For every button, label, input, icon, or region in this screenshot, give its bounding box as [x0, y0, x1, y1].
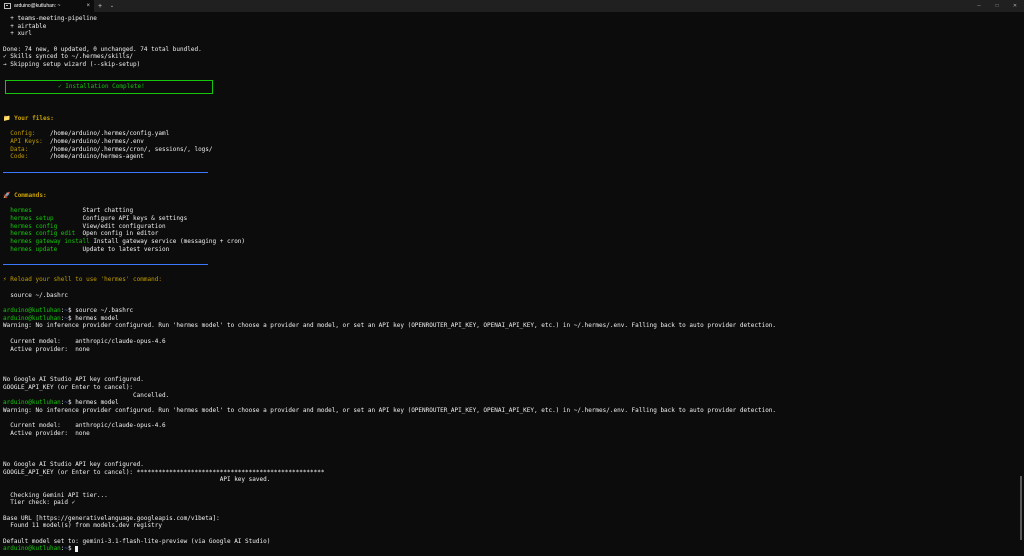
key-saved-line: API key saved.	[3, 476, 271, 484]
active-provider-line: Active provider: none	[3, 345, 90, 353]
tier-check-line: Tier check: paid ✓	[3, 499, 76, 507]
files-heading: 📁 Your files:	[3, 114, 54, 122]
output-line: → Skipping setup wizard (--skip-setup)	[3, 61, 141, 69]
found-models-line: Found 11 model(s) from models.dev regist…	[3, 522, 162, 530]
prompt-line: arduino@kutluhan:~$ hermes model	[3, 314, 119, 322]
file-row: Code: /home/arduino/hermes-agent	[3, 153, 1016, 161]
scrollbar[interactable]	[1020, 476, 1022, 540]
command-name: hermes config edit	[3, 230, 83, 238]
command-text: hermes model	[75, 399, 119, 407]
command-name: hermes	[3, 207, 83, 215]
installation-complete-box: ✓ Installation Complete!	[5, 79, 213, 94]
minimize-icon[interactable]: ─	[970, 0, 988, 12]
output-line: + teams-meeting-pipeline	[3, 15, 97, 22]
key-prompt-line: GOOGLE_API_KEY (or Enter to cancel):	[3, 383, 137, 391]
prompt-line: arduino@kutluhan:~$	[3, 545, 1016, 553]
key-prompt-line: GOOGLE_API_KEY (or Enter to cancel): ***…	[3, 468, 325, 476]
command-row: hermes config edit Open config in editor	[3, 230, 1016, 238]
warning-line: Warning: No inference provider configure…	[3, 322, 777, 330]
command-desc: Update to latest version	[82, 245, 170, 253]
tab-close-icon[interactable]: ×	[86, 3, 90, 9]
terminal-output[interactable]: + teams-meeting-pipeline + airtable + xu…	[3, 15, 1016, 553]
file-row: Config: /home/arduino/.hermes/config.yam…	[3, 130, 1016, 138]
file-label: Code:	[3, 153, 50, 161]
prompt-user: arduino@kutluhan	[3, 399, 61, 407]
command-name: hermes gateway install	[3, 237, 94, 245]
command-row: hermes setup Configure API keys & settin…	[3, 215, 1016, 223]
file-label: Config:	[3, 130, 50, 138]
base-url-line: Base URL [https://generativelanguage.goo…	[3, 514, 220, 522]
tab-dropdown-icon[interactable]: ⌄	[106, 0, 118, 12]
divider	[3, 169, 1016, 177]
divider	[3, 261, 1016, 269]
tab-title: arduino@kutluhan: ~	[14, 3, 61, 9]
output-line: + airtable	[3, 22, 47, 30]
active-provider-line: Active provider: none	[3, 430, 90, 438]
current-model-line: Current model: anthropic/claude-opus-4.6	[3, 422, 166, 430]
terminal-tab[interactable]: arduino@kutluhan: ~ ×	[0, 0, 94, 12]
prompt-user: arduino@kutluhan	[3, 545, 61, 553]
output-line: + xurl	[3, 30, 32, 38]
command-desc: Install gateway service (messaging + cro…	[93, 237, 246, 245]
source-hint: source ~/.bashrc	[3, 291, 69, 299]
file-path: /home/arduino/.hermes/config.yaml	[49, 130, 170, 138]
close-window-icon[interactable]: ✕	[1006, 0, 1024, 12]
checking-tier-line: Checking Gemini API tier...	[3, 491, 108, 499]
reload-notice: ⚡ Reload your shell to use 'hermes' comm…	[3, 276, 162, 284]
commands-heading: 🚀 Commands:	[3, 191, 47, 199]
command-name: hermes update	[3, 245, 83, 253]
cancelled-line: Cancelled.	[3, 391, 170, 399]
command-text: hermes model	[75, 314, 119, 322]
file-label: API Keys:	[3, 137, 50, 145]
install-box-wrap: ✓ Installation Complete!	[3, 77, 1016, 100]
file-path: /home/arduino/.hermes/.env	[49, 137, 144, 145]
command-desc: View/edit configuration	[82, 222, 166, 230]
output-line: Done: 74 new, 0 updated, 0 unchanged. 74…	[3, 45, 202, 53]
tab-bar: arduino@kutluhan: ~ × + ⌄ ─ □ ✕	[0, 0, 1024, 12]
file-row: Data: /home/arduino/.hermes/cron/, sessi…	[3, 146, 1016, 154]
file-path: /home/arduino/hermes-agent	[49, 153, 144, 161]
command-name: hermes config	[3, 222, 83, 230]
command-desc: Start chatting	[82, 207, 134, 215]
default-model-line: Default model set to: gemini-3.1-flash-l…	[3, 537, 271, 545]
command-name: hermes setup	[3, 214, 83, 222]
warning-line: Warning: No inference provider configure…	[3, 407, 777, 414]
terminal-icon	[4, 3, 11, 9]
file-row: API Keys: /home/arduino/.hermes/.env	[3, 138, 1016, 146]
command-row: hermes config View/edit configuration	[3, 223, 1016, 231]
no-key-line: No Google AI Studio API key configured.	[3, 460, 144, 468]
no-key-line: No Google AI Studio API key configured.	[3, 376, 144, 384]
file-path: /home/arduino/.hermes/cron/, sessions/, …	[49, 145, 213, 153]
command-desc: Configure API keys & settings	[82, 214, 188, 222]
cursor	[75, 545, 79, 552]
file-label: Data:	[3, 145, 50, 153]
command-row: hermes update Update to latest version	[3, 246, 1016, 254]
command-row: hermes gateway install Install gateway s…	[3, 238, 1016, 246]
output-line: ✓ Skills synced to ~/.hermes/skills/	[3, 53, 134, 61]
command-desc: Open config in editor	[82, 230, 159, 238]
prompt-line: arduino@kutluhan:~$ source ~/.bashrc	[3, 307, 134, 315]
current-model-line: Current model: anthropic/claude-opus-4.6	[3, 337, 166, 345]
prompt-user: arduino@kutluhan	[3, 307, 61, 315]
maximize-icon[interactable]: □	[988, 0, 1006, 12]
new-tab-button[interactable]: +	[94, 0, 106, 12]
window-controls: ─ □ ✕	[970, 0, 1024, 12]
prompt-user: arduino@kutluhan	[3, 314, 61, 322]
prompt-line: arduino@kutluhan:~$ hermes model	[3, 399, 119, 407]
command-text: source ~/.bashrc	[75, 307, 134, 315]
command-row: hermes Start chatting	[3, 207, 1016, 215]
